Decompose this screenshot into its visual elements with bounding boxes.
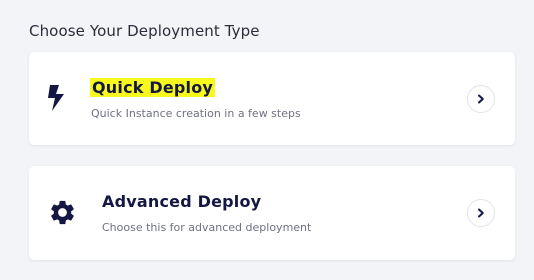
advanced-deploy-title: Advanced Deploy xyxy=(102,192,262,211)
advanced-deploy-description: Choose this for advanced deployment xyxy=(102,221,312,234)
quick-deploy-title: Quick Deploy xyxy=(90,78,216,97)
section-title: Choose Your Deployment Type xyxy=(29,22,260,40)
quick-deploy-description: Quick Instance creation in a few steps xyxy=(91,107,301,120)
deployment-type-page: Choose Your Deployment Type Quick Deploy… xyxy=(0,0,534,280)
quick-deploy-chevron-button[interactable] xyxy=(467,85,495,113)
advanced-deploy-card[interactable]: Advanced Deploy Choose this for advanced… xyxy=(29,166,515,260)
gear-icon xyxy=(51,200,74,225)
quick-deploy-card[interactable]: Quick Deploy Quick Instance creation in … xyxy=(29,52,515,145)
lightning-bolt-icon xyxy=(48,85,64,111)
chevron-right-icon xyxy=(478,94,484,104)
advanced-deploy-chevron-button[interactable] xyxy=(467,199,495,227)
chevron-right-icon xyxy=(478,208,484,218)
